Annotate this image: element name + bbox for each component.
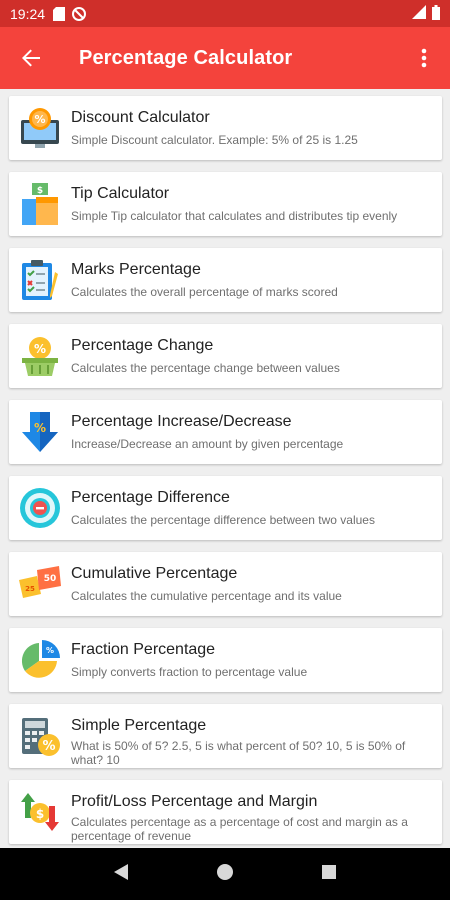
list-item-percentage-change[interactable]: % Percentage Change Calculates the perce… (9, 324, 442, 388)
nav-home-button[interactable] (216, 863, 234, 886)
system-nav-bar (0, 848, 450, 900)
list-item-tip-calculator[interactable]: $ Tip Calculator Simple Tip calculator t… (9, 172, 442, 236)
app-bar: Percentage Calculator (0, 27, 450, 89)
percent-basket-icon: % (9, 324, 71, 388)
calculator-percent-icon: % (9, 704, 71, 768)
item-description: Increase/Decrease an amount by given per… (71, 437, 344, 451)
item-description: Calculates the percentage change between… (71, 361, 340, 375)
back-button[interactable] (0, 27, 62, 89)
svg-text:50: 50 (44, 574, 57, 584)
clipboard-checklist-icon (9, 248, 71, 312)
nav-recents-button[interactable] (321, 864, 337, 885)
status-bar: 19:24 (0, 0, 450, 27)
item-description: Simple Tip calculator that calculates an… (71, 209, 398, 223)
list-item-marks-percentage[interactable]: Marks Percentage Calculates the overall … (9, 248, 442, 312)
arrow-back-icon (22, 49, 40, 67)
item-description: Calculates the cumulative percentage and… (71, 589, 342, 603)
item-title: Profit/Loss Percentage and Margin (71, 793, 318, 810)
nav-back-button[interactable] (113, 863, 129, 886)
item-title: Tip Calculator (71, 185, 170, 202)
item-description: Calculates the overall percentage of mar… (71, 285, 338, 299)
item-description: Simple Discount calculator. Example: 5% … (71, 133, 358, 147)
discount-monitor-icon: % (9, 96, 71, 160)
svg-text:%: % (34, 342, 46, 356)
item-title: Cumulative Percentage (71, 565, 238, 582)
sd-card-icon (53, 6, 66, 21)
list-item-cumulative-percentage[interactable]: 50 25 Cumulative Percentage Calculates t… (9, 552, 442, 616)
item-title: Discount Calculator (71, 109, 210, 126)
item-title: Fraction Percentage (71, 641, 216, 658)
svg-text:$: $ (37, 186, 43, 196)
do-not-disturb-icon (72, 6, 87, 21)
item-title: Percentage Change (71, 337, 214, 354)
triangle-back-icon (114, 863, 129, 880)
calculator-list[interactable]: % Discount Calculator Simple Discount ca… (0, 89, 450, 848)
profit-loss-arrows-icon: $ (9, 780, 71, 844)
svg-text:%: % (34, 113, 45, 126)
tip-jar-icon: $ (9, 172, 71, 236)
overflow-menu-button[interactable] (398, 27, 450, 89)
battery-icon (432, 4, 440, 23)
svg-text:%: % (42, 739, 55, 754)
down-arrow-percent-icon: % (9, 400, 71, 464)
list-item-percentage-difference[interactable]: Percentage Difference Calculates the per… (9, 476, 442, 540)
item-title: Percentage Difference (71, 489, 230, 506)
status-time: 19:24 (10, 5, 46, 22)
square-recents-icon (321, 864, 336, 879)
list-item-percentage-increase-decrease[interactable]: % Percentage Increase/Decrease Increase/… (9, 400, 442, 464)
svg-text:$: $ (36, 807, 44, 821)
circle-home-icon (216, 863, 233, 880)
item-title: Percentage Increase/Decrease (71, 413, 292, 430)
item-description: Simply converts fraction to percentage v… (71, 665, 308, 679)
percent-tags-icon: 50 25 (9, 552, 71, 616)
item-description: What is 50% of 5? 2.5, 5 is what percent… (71, 739, 406, 767)
svg-text:25: 25 (25, 585, 35, 593)
item-description: Calculates percentage as a percentage of… (71, 815, 408, 843)
list-item-fraction-percentage[interactable]: % Fraction Percentage Simply converts fr… (9, 628, 442, 692)
list-item-simple-percentage[interactable]: % Simple Percentage What is 50% of 5? 2.… (9, 704, 442, 768)
svg-text:%: % (34, 421, 46, 435)
more-vert-icon (421, 48, 427, 68)
signal-icon (412, 5, 426, 22)
pie-chart-icon: % (9, 628, 71, 692)
list-item-discount-calculator[interactable]: % Discount Calculator Simple Discount ca… (9, 96, 442, 160)
item-title: Simple Percentage (71, 717, 207, 734)
list-item-profit-loss-percentage[interactable]: $ Profit/Loss Percentage and Margin Calc… (9, 780, 442, 844)
page-title: Percentage Calculator (79, 46, 293, 69)
target-minus-icon (9, 476, 71, 540)
item-title: Marks Percentage (71, 261, 201, 278)
svg-text:%: % (46, 646, 54, 655)
item-description: Calculates the percentage difference bet… (71, 513, 375, 527)
